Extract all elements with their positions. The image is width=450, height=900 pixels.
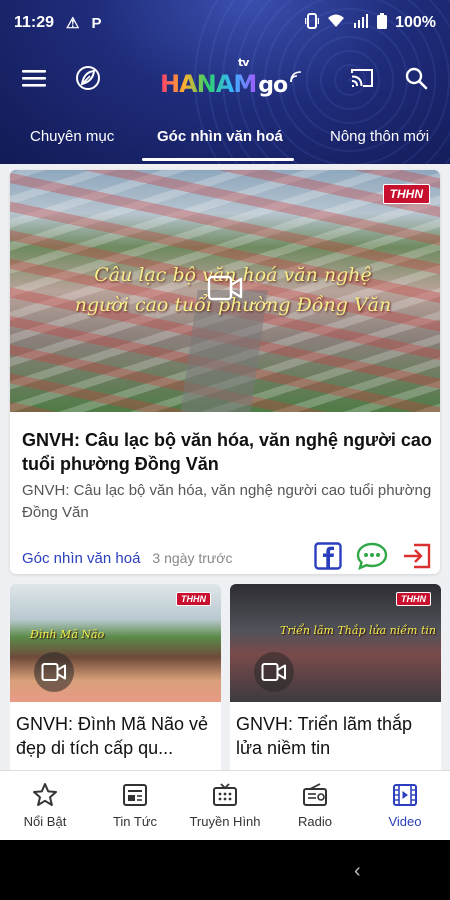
category-link[interactable]: Góc nhìn văn hoá	[22, 550, 140, 567]
nav-video[interactable]: Video	[360, 771, 450, 840]
video-camera-icon[interactable]	[254, 652, 294, 692]
video-card[interactable]: THHN Triển lãm Thắp lửa niềm tin GNVH: T…	[230, 584, 441, 770]
video-feed[interactable]: THHN Câu lạc bộ văn hoá văn nghệ người c…	[0, 164, 450, 770]
tv-icon	[212, 782, 238, 808]
nav-label: Nổi Bật	[23, 814, 67, 829]
active-tab-indicator	[142, 158, 294, 161]
star-icon	[32, 782, 58, 808]
nav-tin-tuc[interactable]: Tin Tức	[90, 771, 180, 840]
share-actions	[314, 542, 432, 574]
system-navigation-bar: ‹	[0, 840, 450, 900]
radio-icon	[302, 782, 328, 808]
search-icon[interactable]	[398, 60, 434, 96]
tab-nong-thon-moi[interactable]: Nông thôn mới	[330, 128, 429, 145]
video-thumbnail[interactable]: THHN Triển lãm Thắp lửa niềm tin	[230, 584, 441, 702]
logo-hanam: HANAM	[160, 70, 257, 98]
vibrate-icon	[304, 12, 320, 34]
featured-description: GNVH: Câu lạc bộ văn hóa, văn nghệ người…	[22, 482, 432, 521]
chat-icon[interactable]	[356, 542, 388, 574]
nav-label: Video	[388, 814, 422, 829]
nav-label: Radio	[298, 814, 332, 829]
video-camera-icon[interactable]	[34, 652, 74, 692]
share-out-icon[interactable]	[402, 542, 432, 574]
logo-go: go	[258, 73, 288, 98]
thhn-badge: THHN	[176, 592, 211, 606]
thumbnail-caption: Đình Mã Não	[30, 628, 105, 641]
menu-icon[interactable]	[16, 60, 52, 96]
nav-truyen-hinh[interactable]: Truyền Hình	[180, 771, 270, 840]
featured-video-card[interactable]: THHN Câu lạc bộ văn hoá văn nghệ người c…	[10, 170, 440, 574]
news-icon	[122, 782, 148, 808]
nav-label: Truyền Hình	[189, 814, 261, 829]
featured-meta: Góc nhìn văn hoá 3 ngày trước	[22, 542, 432, 574]
leaf-icon[interactable]	[70, 60, 106, 96]
video-thumbnail[interactable]: THHN Đình Mã Não	[10, 584, 221, 702]
featured-thumbnail[interactable]: THHN Câu lạc bộ văn hoá văn nghệ người c…	[10, 170, 440, 412]
bottom-navigation: Nổi Bật Tin Tức Truyền Hình Radio Video	[0, 770, 450, 840]
facebook-icon[interactable]	[314, 542, 342, 574]
thumbnail-caption: Triển lãm Thắp lửa niềm tin	[280, 624, 436, 637]
featured-title[interactable]: GNVH: Câu lạc bộ văn hóa, văn nghệ người…	[22, 428, 432, 477]
post-time: 3 ngày trước	[152, 550, 233, 566]
status-bar: 11:29 ⚠ P 100%	[0, 0, 450, 46]
video-camera-icon[interactable]	[207, 274, 243, 302]
app-logo: HANAM tv go	[160, 56, 303, 98]
wifi-icon	[327, 14, 345, 33]
nav-radio[interactable]: Radio	[270, 771, 360, 840]
app-bar: HANAM tv go	[0, 50, 450, 106]
signal-icon	[353, 13, 369, 33]
battery-icon	[377, 12, 388, 34]
thhn-badge: THHN	[382, 184, 430, 204]
status-time: 11:29	[14, 14, 55, 31]
back-icon[interactable]: ‹	[354, 860, 361, 883]
warning-icon: ⚠	[66, 15, 80, 32]
logo-tv: tv	[238, 56, 249, 69]
tab-chuyen-muc[interactable]: Chuyên mục	[30, 128, 114, 145]
video-title[interactable]: GNVH: Đình Mã Não vẻ đẹp di tích cấp qu.…	[16, 712, 216, 761]
battery-percent: 100%	[395, 14, 436, 31]
category-tabs: Chuyên mục Góc nhìn văn hoá Nông thôn mớ…	[0, 118, 450, 164]
thhn-badge: THHN	[396, 592, 431, 606]
broadcast-icon	[290, 71, 302, 83]
video-title[interactable]: GNVH: Triển lãm thắp lửa niềm tin	[236, 712, 436, 761]
tab-goc-nhin-van-hoa[interactable]: Góc nhìn văn hoá	[157, 128, 283, 145]
parking-icon: P	[91, 14, 102, 32]
nav-label: Tin Tức	[112, 814, 158, 829]
video-card[interactable]: THHN Đình Mã Não GNVH: Đình Mã Não vẻ đẹ…	[10, 584, 221, 770]
video-icon	[392, 782, 418, 808]
nav-noi-bat[interactable]: Nổi Bật	[0, 771, 90, 840]
cast-icon[interactable]	[344, 60, 380, 96]
header: 11:29 ⚠ P 100% HANAM tv go Chuyên mục Gó…	[0, 0, 450, 164]
